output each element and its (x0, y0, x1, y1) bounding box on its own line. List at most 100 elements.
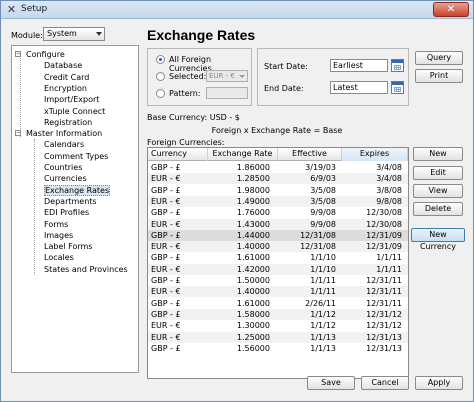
cell-exchange-rate: 1.86000 (236, 163, 270, 172)
cell-exchange-rate: 1.56000 (236, 343, 270, 353)
table-row[interactable]: EUR - € 1.40000 12/31/08 12/31/09 (148, 241, 408, 253)
column-header-effective[interactable]: Effective (278, 148, 342, 161)
query-button[interactable]: Query (415, 51, 463, 65)
cell-expires: 3/8/08 (376, 185, 402, 195)
tree-item-database[interactable]: Database (44, 60, 82, 71)
cell-exchange-rate: 1.50000 (236, 276, 270, 285)
table-row[interactable]: GBP - £ 1.58000 1/1/12 12/31/12 (148, 308, 408, 320)
table-row[interactable]: GBP - £ 1.61000 1/1/10 1/1/11 (148, 252, 408, 263)
column-header-expires[interactable]: Expires (342, 148, 408, 161)
calendar-icon[interactable] (391, 81, 404, 94)
all-currencies-radio[interactable] (156, 55, 165, 64)
cell-expires: 1/1/11 (376, 253, 402, 263)
cell-currency: GBP - £ (151, 253, 181, 263)
pattern-input[interactable] (206, 87, 248, 99)
print-button[interactable]: Print (415, 69, 463, 83)
pattern-radio[interactable] (156, 89, 165, 98)
save-button[interactable]: Save (307, 376, 355, 390)
delete-button[interactable]: Delete (413, 202, 463, 216)
tree-item-label: Encryption (44, 83, 87, 93)
new-button[interactable]: New (413, 147, 463, 161)
tree-item-label: Images (44, 230, 74, 240)
tree-item-locales[interactable]: Locales (44, 252, 74, 263)
selected-currency-combo[interactable]: EUR - € (206, 70, 248, 82)
tree-item-credit-card[interactable]: Credit Card (44, 72, 89, 83)
end-date-input[interactable]: Latest (330, 81, 388, 94)
tree-item-images[interactable]: Images (44, 230, 73, 241)
tree-item-currencies[interactable]: Currencies (44, 173, 87, 184)
table-row[interactable]: GBP - £ 1.98000 3/5/08 3/8/08 (148, 185, 408, 196)
cell-effective: 1/1/13 (310, 332, 336, 342)
column-header-currency[interactable]: Currency (148, 148, 208, 161)
cell-effective: 3/19/03 (305, 163, 336, 172)
table-row[interactable]: EUR - € 1.40000 1/1/11 12/31/11 (148, 286, 408, 298)
tree-item-forms[interactable]: Forms (44, 219, 68, 230)
cell-expires: 12/31/11 (366, 276, 402, 285)
cell-currency: GBP - £ (151, 309, 181, 319)
table-row[interactable]: GBP - £ 1.56000 1/1/13 12/31/13 (148, 343, 408, 354)
cell-effective: 9/9/08 (310, 219, 336, 229)
tree-item-label: Import/Export (44, 95, 100, 105)
tree-item-label: xTuple Connect (44, 106, 106, 116)
tree-item-label: EDI Profiles (44, 208, 90, 218)
cell-currency: EUR - € (151, 264, 181, 274)
cell-exchange-rate: 1.42000 (236, 264, 270, 274)
table-row[interactable]: GBP - £ 1.76000 9/9/08 12/30/08 (148, 207, 408, 218)
table-row[interactable]: EUR - € 1.49000 3/5/08 9/8/08 (148, 195, 408, 207)
cell-expires: 3/4/08 (376, 163, 402, 172)
cell-currency: GBP - £ (151, 343, 181, 353)
tree-item-exchange-rates[interactable]: Exchange Rates (44, 184, 111, 196)
module-select[interactable]: System (43, 27, 105, 41)
window-close-button[interactable]: ✕ (433, 2, 469, 17)
new-currency-button[interactable]: New Currency (411, 228, 465, 251)
table-row[interactable]: EUR - € 1.30000 1/1/12 12/31/12 (148, 320, 408, 331)
table-row[interactable]: GBP - £ 1.44000 12/31/08 12/31/09 (148, 229, 408, 241)
tree-item-comment-types[interactable]: Comment Types (44, 151, 108, 162)
cell-exchange-rate: 1.61000 (236, 298, 270, 308)
tree-item-label: Calendars (44, 140, 85, 150)
table-row[interactable]: GBP - £ 1.50000 1/1/11 12/31/11 (148, 275, 408, 286)
cancel-button[interactable]: Cancel (361, 376, 409, 390)
cell-exchange-rate: 1.40000 (236, 287, 270, 297)
tree-item-states-and-provinces[interactable]: States and Provinces (44, 264, 128, 275)
cell-currency: GBP - £ (151, 163, 181, 172)
tree-item-label-forms[interactable]: Label Forms (44, 241, 92, 252)
cell-exchange-rate: 1.76000 (236, 208, 270, 218)
tree-item-master-information[interactable]: − Master Information (12, 128, 102, 139)
tree-item-departments[interactable]: Departments (44, 196, 97, 207)
collapse-toggle-icon[interactable]: − (15, 51, 21, 57)
calendar-icon[interactable] (391, 59, 404, 72)
tree-item-calendars[interactable]: Calendars (44, 139, 84, 150)
table-row[interactable]: GBP - £ 1.86000 3/19/03 3/4/08 (148, 162, 408, 173)
cell-effective: 9/9/08 (310, 208, 336, 218)
table-row[interactable]: EUR - € 1.43000 9/9/08 12/30/08 (148, 218, 408, 230)
edit-button[interactable]: Edit (413, 166, 463, 180)
start-date-input[interactable]: Earliest (330, 59, 388, 72)
view-button[interactable]: View (413, 184, 463, 198)
cell-expires: 12/31/11 (366, 298, 402, 308)
selected-currency-radio[interactable] (156, 72, 165, 81)
tree-item-countries[interactable]: Countries (44, 162, 82, 173)
cell-effective: 1/1/10 (310, 253, 336, 263)
table-row[interactable]: EUR - € 1.25000 1/1/13 12/31/13 (148, 331, 408, 343)
apply-button[interactable]: Apply (415, 376, 463, 390)
cell-exchange-rate: 1.49000 (236, 196, 270, 206)
tree-item-xtuple-connect[interactable]: xTuple Connect (44, 106, 105, 117)
tree-item-encryption[interactable]: Encryption (44, 83, 87, 94)
table-row[interactable]: EUR - € 1.42000 1/1/10 1/1/11 (148, 263, 408, 275)
tree-guide-line (20, 58, 21, 138)
column-header-exchange-rate[interactable]: Exchange Rate (208, 148, 278, 161)
tree-item-registration[interactable]: Registration (44, 117, 92, 128)
table-row[interactable]: EUR - € 1.28500 6/9/03 3/4/08 (148, 173, 408, 185)
table-row[interactable]: GBP - £ 1.61000 2/26/11 12/31/11 (148, 298, 408, 309)
tree-item-label: Database (44, 61, 83, 71)
exchange-rates-table[interactable]: Currency Exchange Rate Effective Expires… (147, 147, 409, 379)
cell-exchange-rate: 1.28500 (236, 174, 270, 184)
cell-expires: 9/8/08 (376, 196, 402, 206)
cell-expires: 12/31/13 (366, 343, 402, 353)
tree-item-edi-profiles[interactable]: EDI Profiles (44, 207, 89, 218)
setup-tree[interactable]: − Configure Database Credit Card Encryption I… (11, 45, 139, 373)
tree-item-import-export[interactable]: Import/Export (44, 94, 99, 105)
tree-item-label: Label Forms (44, 242, 93, 252)
tree-item-label: Locales (44, 253, 74, 263)
